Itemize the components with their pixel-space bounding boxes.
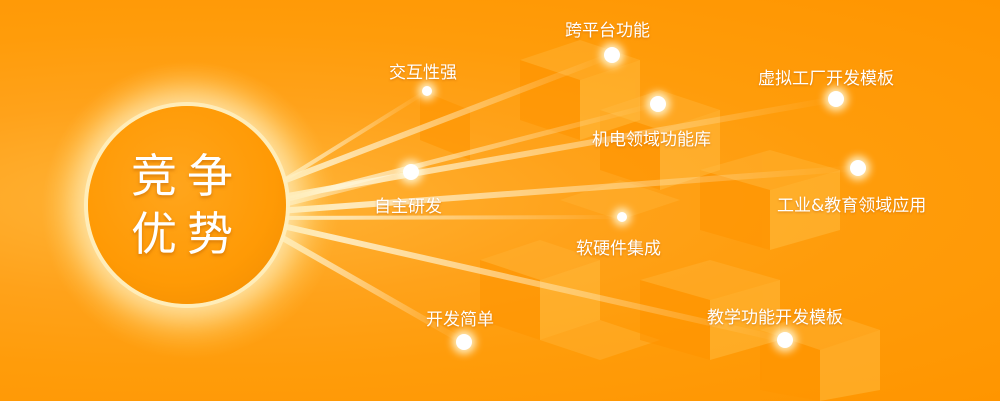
feature-dot-industry-education — [850, 160, 866, 176]
feature-dot-interactive — [422, 86, 432, 96]
feature-label-teaching-template: 教学功能开发模板 — [707, 308, 843, 328]
feature-dot-self-developed — [403, 164, 419, 180]
feature-label-mechatronics-library: 机电领域功能库 — [592, 130, 711, 150]
feature-label-hardware-software: 软硬件集成 — [576, 239, 661, 259]
feature-dot-hardware-software — [617, 212, 627, 222]
competitive-advantage-badge: 竞争 优势 — [88, 106, 286, 304]
feature-dot-virtual-factory-template — [828, 91, 844, 107]
feature-dot-mechatronics-library — [650, 96, 666, 112]
feature-label-interactive: 交互性强 — [389, 63, 457, 83]
feature-label-easy-development: 开发简单 — [426, 310, 494, 330]
badge-title-line1: 竞争 — [131, 149, 243, 203]
feature-label-industry-education: 工业&教育领域应用 — [777, 196, 927, 216]
feature-dot-cross-platform — [604, 47, 620, 63]
feature-dot-easy-development — [456, 334, 472, 350]
feature-label-virtual-factory-template: 虚拟工厂开发模板 — [758, 69, 894, 89]
feature-label-cross-platform: 跨平台功能 — [565, 21, 650, 41]
feature-dot-teaching-template — [777, 332, 793, 348]
feature-label-self-developed: 自主研发 — [374, 197, 442, 217]
badge-title-line2: 优势 — [131, 207, 243, 261]
advantages-banner: 竞争 优势 跨平台功能 交互性强 虚拟工厂开发模板 机电领域功能库 自主研发 工… — [0, 0, 1000, 401]
